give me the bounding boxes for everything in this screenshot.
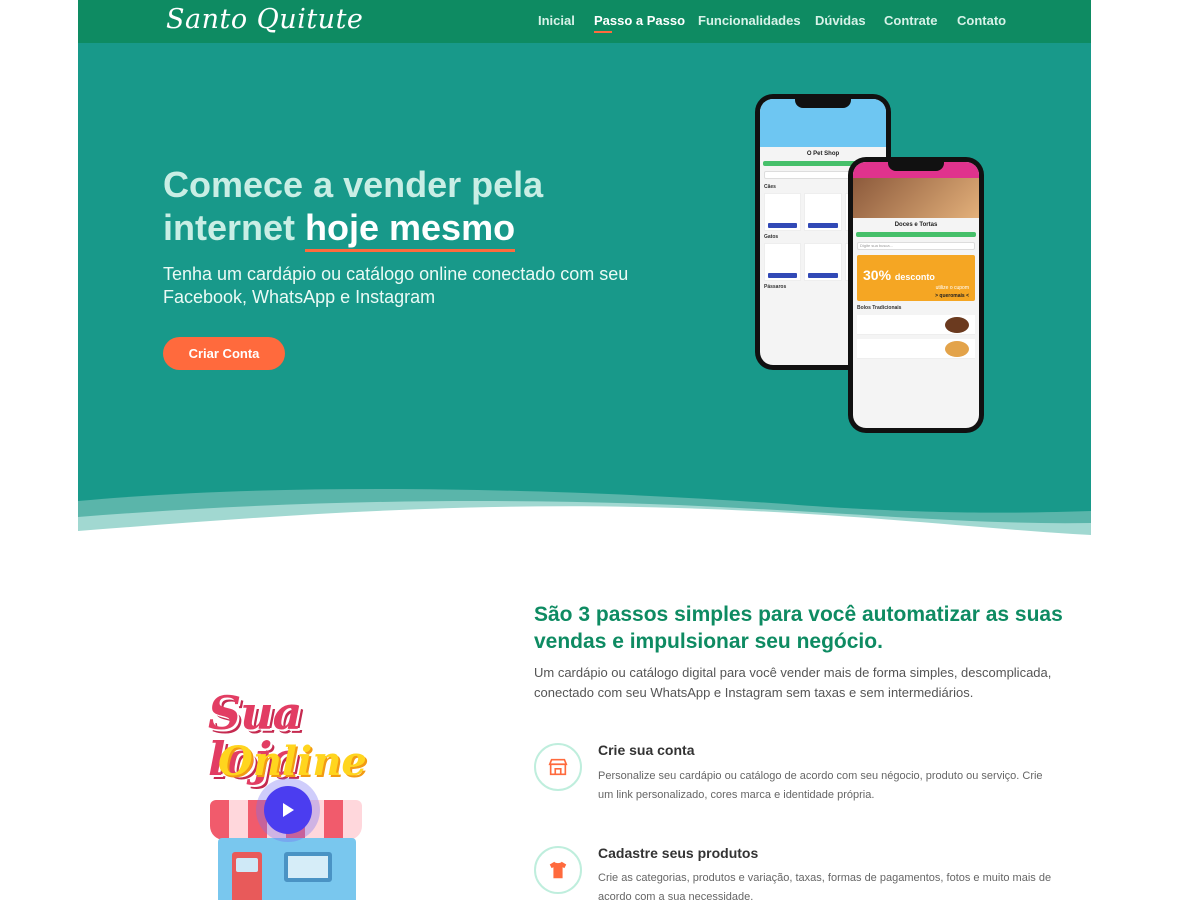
nav-item-inicial[interactable]: Inicial [538, 13, 575, 28]
phone-mockup-doces: Doces e Tortas Digite sua busca... 30% d… [848, 157, 984, 433]
phone-product [804, 193, 842, 231]
step-title-products: Cadastre seus produtos [598, 845, 759, 861]
hero-title-highlight: hoje mesmo [305, 207, 516, 248]
create-account-button[interactable]: Criar Conta [163, 337, 285, 370]
steps-section-title: São 3 passos simples para você automatiz… [534, 603, 1063, 653]
phone-notch [795, 99, 851, 108]
phone-product [764, 243, 802, 281]
promo-word: desconto [894, 272, 935, 282]
store-window [284, 852, 332, 882]
steps-section-description: Um cardápio ou catálogo digital para voc… [534, 665, 1052, 700]
phone-product [764, 193, 802, 231]
promo-percent: 30% [863, 267, 892, 283]
step-desc-create-account: Personalize seu cardápio ou catálogo de … [598, 770, 1043, 801]
nav-item-contato[interactable]: Contato [957, 13, 1006, 28]
store-icon [534, 743, 582, 791]
phone-product [804, 243, 842, 281]
nav-active-indicator [594, 31, 612, 33]
promo-code: > queromais < [935, 293, 969, 299]
cake-image [945, 317, 969, 333]
page: Santo Quitute Inicial Passo a Passo Func… [78, 0, 1091, 900]
cake-image [945, 341, 969, 357]
phone-shop-name: Doces e Tortas [894, 222, 938, 228]
phone-list-row [857, 339, 975, 359]
phone-screen: Doces e Tortas Digite sua busca... 30% d… [853, 162, 979, 428]
phone-search: Digite sua busca... [857, 242, 975, 250]
hero-section: Comece a vender pela internet hoje mesmo… [78, 43, 1091, 537]
video-play-button[interactable] [256, 778, 320, 842]
illustration-line2: Online [218, 738, 367, 785]
nav-item-contrate[interactable]: Contrate [884, 13, 937, 28]
store-front [218, 838, 356, 900]
play-icon [264, 786, 312, 834]
promo-text: 30% desconto [863, 267, 935, 283]
tshirt-icon [534, 846, 582, 894]
promo-sub: utilize o cupom [935, 285, 969, 291]
site-logo[interactable]: Santo Quitute [166, 4, 363, 35]
phone-list-row [857, 315, 975, 335]
online-store-illustration: Sua loja Online [204, 690, 384, 900]
phone-cover-photo [853, 178, 979, 218]
nav-item-funcionalidades[interactable]: Funcionalidades [698, 13, 801, 28]
hero-title: Comece a vender pela internet hoje mesmo [163, 163, 643, 249]
hero-wave-divider [78, 488, 1091, 537]
phone-status-strip [856, 232, 976, 237]
hero-subtitle: Tenha um cardápio ou catálogo online con… [163, 264, 629, 307]
top-navbar: Santo Quitute Inicial Passo a Passo Func… [78, 0, 1091, 43]
door-window [236, 858, 258, 872]
step-desc-products: Crie as categorias, produtos e variação,… [598, 872, 1052, 900]
phone-notch [888, 162, 944, 171]
phone-promo-banner: 30% desconto utilize o cupom > queromais… [857, 255, 975, 301]
phone-section-label: Bolos Tradicionais [857, 305, 902, 311]
nav-item-passo-a-passo[interactable]: Passo a Passo [594, 13, 685, 28]
store-door [232, 852, 262, 900]
step-title-create-account: Crie sua conta [598, 742, 695, 758]
nav-item-duvidas[interactable]: Dúvidas [815, 13, 866, 28]
